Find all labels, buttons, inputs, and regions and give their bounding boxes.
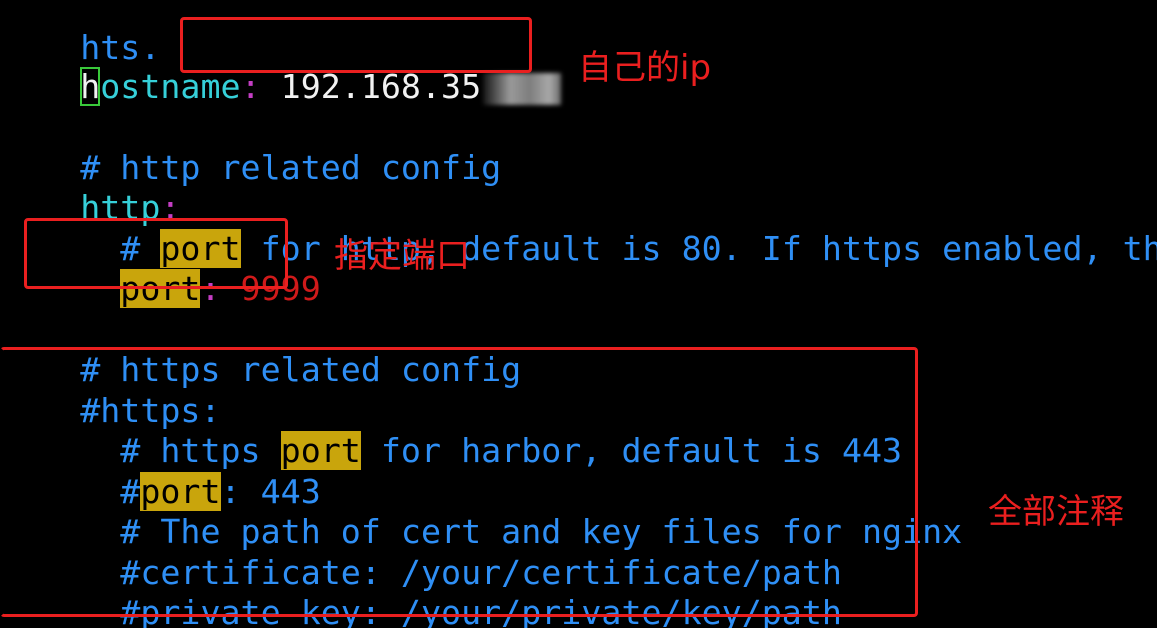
redacted-ip-blur <box>483 72 562 105</box>
port-annotation-box <box>24 218 288 289</box>
editor-line-http-comment: # http related config <box>0 108 501 187</box>
comment-all-annotation: 全部注释 <box>988 492 1124 532</box>
editor-line-truncated: hts. <box>0 0 160 67</box>
hostname-annotation-box <box>180 17 532 73</box>
editor-line-http-key: http: <box>0 148 180 227</box>
https-annotation-box <box>0 347 918 617</box>
own-ip-annotation: 自己的ip <box>578 48 712 88</box>
text-cursor: h <box>80 67 101 106</box>
terminal-editor[interactable]: hts. hostname: 192.168.35 # http related… <box>0 0 1157 628</box>
specify-port-annotation: 指定端口 <box>334 236 470 276</box>
editor-line-https-comment: # https related config <box>0 310 521 389</box>
